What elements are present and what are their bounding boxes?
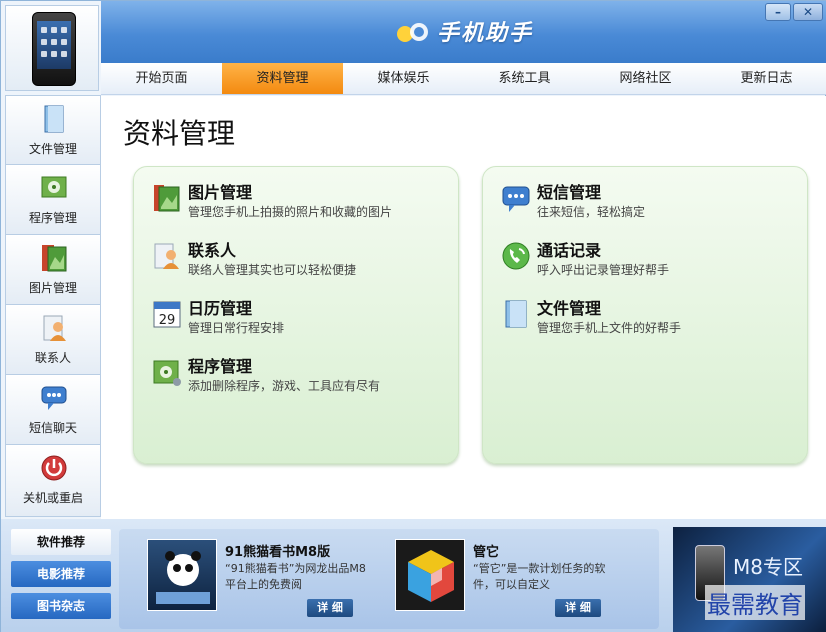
sms-icon: [41, 386, 67, 410]
feature-desc: 添加删除程序，游戏、工具应有尽有: [188, 379, 381, 393]
tab-changelog[interactable]: 更新日志: [706, 63, 826, 94]
tab-start[interactable]: 开始页面: [101, 63, 222, 94]
promo-text: M8专区: [733, 555, 803, 579]
tab-community[interactable]: 网络社区: [585, 63, 706, 94]
main-content: 资料管理 图片管理 管理您手机上拍摄的照片和收藏的图片 联系人 联络人管理其实也…: [101, 96, 826, 519]
rec-title: 91熊猫看书M8版: [225, 545, 331, 560]
feature-title: 通话记录: [537, 241, 602, 260]
feature-desc: 管理您手机上文件的好帮手: [537, 321, 682, 335]
file-icon: [44, 105, 64, 133]
sidebar-item-contacts[interactable]: 联系人: [5, 305, 101, 375]
top-tabs: 开始页面 资料管理 媒体娱乐 系统工具 网络社区 更新日志: [101, 63, 826, 95]
app-title: 手机助手: [101, 15, 826, 48]
feature-desc: 管理您手机上拍摄的照片和收藏的图片: [188, 205, 393, 219]
sidebar-item-label: 短信聊天: [28, 421, 77, 435]
tab-software-recommend[interactable]: 软件推荐: [11, 529, 111, 555]
rec-title: 管它: [473, 545, 500, 560]
rec-item[interactable]: 91熊猫看书M8版 “91熊猫看书”为网龙出品M8平台上的免费阅 详 细: [137, 539, 377, 623]
feature-pictures[interactable]: 图片管理 管理您手机上拍摄的照片和收藏的图片: [152, 179, 452, 229]
phone-preview: [5, 5, 99, 91]
feature-desc: 呼入呼出记录管理好帮手: [537, 263, 670, 277]
feature-title: 程序管理: [188, 357, 253, 376]
app-logo-icon: [396, 23, 428, 42]
detail-button[interactable]: 详 细: [555, 599, 601, 617]
sidebar-item-label: 关机或重启: [22, 491, 83, 505]
sidebar-item-files[interactable]: 文件管理: [5, 95, 101, 165]
tab-movie-recommend[interactable]: 电影推荐: [11, 561, 111, 587]
sidebar-item-label: 文件管理: [28, 142, 77, 156]
guanta-thumbnail: [395, 539, 465, 611]
app-title-text: 手机助手: [436, 21, 533, 46]
feature-title: 联系人: [188, 241, 237, 260]
recommendations: 91熊猫看书M8版 “91熊猫看书”为网龙出品M8平台上的免费阅 详 细 管它 …: [119, 529, 659, 629]
phone-image: [32, 12, 76, 86]
power-icon: [41, 455, 67, 481]
feature-files[interactable]: 文件管理 管理您手机上文件的好帮手: [501, 295, 801, 345]
file-icon: [505, 300, 527, 328]
picture-icon: [154, 185, 180, 212]
phone-call-icon: [502, 242, 530, 270]
close-button[interactable]: ✕: [793, 3, 823, 21]
sms-icon: [502, 186, 530, 212]
feature-title: 文件管理: [537, 299, 602, 318]
bottom-tabs: 软件推荐 电影推荐 图书杂志: [11, 529, 111, 625]
contact-icon: [154, 243, 179, 269]
tab-media[interactable]: 媒体娱乐: [343, 63, 464, 94]
feature-title: 图片管理: [188, 183, 253, 202]
sidebar-item-label: 程序管理: [28, 211, 77, 225]
sidebar-item-label: 联系人: [34, 351, 71, 365]
feature-title: 短信管理: [537, 183, 602, 202]
minimize-button[interactable]: –: [765, 3, 791, 21]
feature-call-log[interactable]: 通话记录 呼入呼出记录管理好帮手: [501, 237, 801, 287]
rec-desc: “91熊猫看书”为网龙出品M8平台上的免费阅: [225, 562, 366, 591]
watermark: 最需教育: [705, 585, 805, 620]
program-icon: [153, 360, 181, 386]
page-title: 资料管理: [123, 117, 236, 150]
tab-data-management[interactable]: 资料管理: [222, 63, 343, 94]
feature-desc: 管理日常行程安排: [188, 321, 285, 335]
tab-books-magazines[interactable]: 图书杂志: [11, 593, 111, 619]
calendar-day: 29: [159, 313, 176, 328]
detail-button[interactable]: 详 细: [307, 599, 353, 617]
feature-desc: 联络人管理其实也可以轻松便捷: [188, 263, 357, 277]
bottom-area: 软件推荐 电影推荐 图书杂志 91熊猫看书M8版 “91熊猫看书”为网龙出品M8…: [1, 519, 826, 632]
cube-icon: [408, 550, 454, 602]
left-panel: 图片管理 管理您手机上拍摄的照片和收藏的图片 联系人 联络人管理其实也可以轻松便…: [133, 166, 459, 464]
sidebar-item-label: 图片管理: [28, 281, 77, 295]
title-bar: 手机助手 – ✕: [101, 1, 826, 63]
tab-system-tools[interactable]: 系统工具: [464, 63, 585, 94]
feature-title: 日历管理: [188, 299, 253, 318]
program-icon: [41, 176, 67, 198]
feature-sms[interactable]: 短信管理 往来短信，轻松搞定: [501, 179, 801, 229]
calendar-icon: 29: [153, 301, 181, 328]
sidebar-item-power[interactable]: 关机或重启: [5, 445, 101, 517]
rec-desc: “管它”是一款计划任务的软件，可以自定义: [473, 562, 606, 591]
right-panel: 短信管理 往来短信，轻松搞定 通话记录 呼入呼出记录管理好帮手 文件管理 管理您…: [482, 166, 808, 464]
feature-programs[interactable]: 程序管理 添加删除程序，游戏、工具应有尽有: [152, 353, 452, 403]
picture-icon: [42, 245, 67, 272]
feature-desc: 往来短信，轻松搞定: [537, 205, 646, 219]
feature-calendar[interactable]: 29 日历管理 管理日常行程安排: [152, 295, 452, 345]
app-window: 手机助手 – ✕ 开始页面 资料管理 媒体娱乐 系统工具 网络社区 更新日志 文…: [0, 0, 826, 632]
sidebar-item-sms[interactable]: 短信聊天: [5, 375, 101, 445]
contact-icon: [43, 315, 66, 341]
sidebar: 文件管理 程序管理 图片管理 联系人 短信聊天 关机或重启: [5, 95, 101, 519]
feature-contacts[interactable]: 联系人 联络人管理其实也可以轻松便捷: [152, 237, 452, 287]
sidebar-item-programs[interactable]: 程序管理: [5, 165, 101, 235]
sidebar-item-pictures[interactable]: 图片管理: [5, 235, 101, 305]
panda-reader-thumbnail: [147, 539, 217, 611]
panda-icon: [156, 551, 210, 604]
rec-item[interactable]: 管它 “管它”是一款计划任务的软件，可以自定义 详 细: [385, 539, 625, 623]
